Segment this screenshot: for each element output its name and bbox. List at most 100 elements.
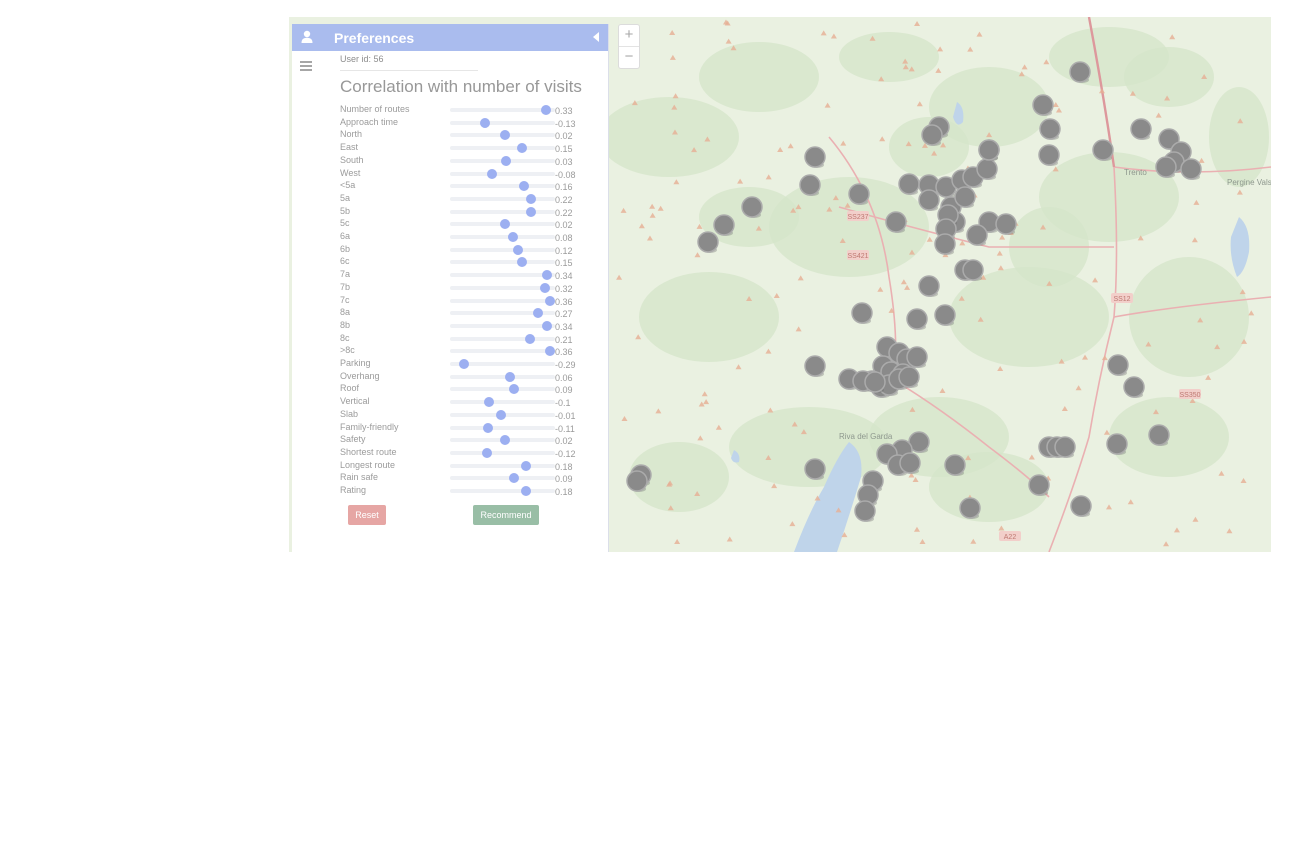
crag-marker-icon: [1130, 118, 1152, 140]
slider-track[interactable]: [450, 219, 555, 230]
slider-handle[interactable]: [480, 117, 491, 128]
crag-marker-icon: [1038, 144, 1060, 166]
slider-handle[interactable]: [509, 473, 520, 484]
slider-handle[interactable]: [517, 257, 528, 268]
recommend-button[interactable]: Recommend: [473, 505, 539, 525]
road-shield-label: SS350: [1179, 392, 1200, 399]
slider-track[interactable]: [450, 460, 555, 471]
slider-handle[interactable]: [484, 397, 495, 408]
slider-handle[interactable]: [513, 244, 524, 255]
slider-track[interactable]: [450, 397, 555, 408]
slider-track[interactable]: [450, 270, 555, 281]
slider-label: Family-friendly: [340, 421, 399, 432]
slider-track[interactable]: [450, 295, 555, 306]
crag-marker-icon: [854, 500, 876, 522]
user-icon: [301, 30, 313, 43]
crag-marker-icon: [804, 355, 826, 377]
slider-handle[interactable]: [532, 308, 543, 319]
slider-track[interactable]: [450, 155, 555, 166]
crag-marker-icon: [1180, 158, 1202, 180]
crag-marker-icon: [1032, 94, 1054, 116]
slider-handle[interactable]: [544, 346, 555, 357]
slider-handle[interactable]: [518, 181, 529, 192]
slider-track[interactable]: [450, 371, 555, 382]
slider-value: 0.36: [555, 296, 573, 307]
slider-handle[interactable]: [459, 359, 470, 369]
slider-track[interactable]: [450, 346, 555, 357]
slider-track[interactable]: [450, 130, 555, 141]
slider-handle[interactable]: [508, 232, 518, 242]
user-id-line: User id: 56: [340, 54, 384, 64]
slider-track[interactable]: [450, 384, 555, 395]
zoom-out-button[interactable]: −: [619, 47, 639, 68]
slider-track[interactable]: [450, 117, 555, 128]
slider-track[interactable]: [450, 409, 555, 420]
slider-handle[interactable]: [487, 168, 497, 179]
slider-value: -0.12: [555, 448, 576, 459]
slider-track[interactable]: [450, 143, 555, 154]
slider-value: 0.18: [555, 461, 573, 472]
slider-label: North: [340, 129, 363, 140]
slider-track[interactable]: [450, 206, 555, 217]
slider-handle[interactable]: [525, 333, 536, 344]
slider-handle[interactable]: [521, 460, 532, 471]
crag-marker-icon: [799, 174, 821, 196]
forest-area: [639, 272, 779, 362]
slider-handle[interactable]: [500, 219, 511, 230]
slider-track[interactable]: [450, 232, 555, 242]
slider-handle[interactable]: [526, 206, 537, 217]
slider-label: Safety: [340, 434, 366, 445]
slider-handle[interactable]: [500, 130, 511, 141]
slider-handle[interactable]: [496, 409, 507, 420]
forest-area: [599, 97, 739, 177]
slider-handle[interactable]: [540, 105, 551, 115]
slider-track[interactable]: [450, 168, 555, 179]
crag-marker-icon: [1106, 433, 1128, 455]
reset-button[interactable]: Reset: [348, 505, 386, 525]
slider-handle[interactable]: [539, 282, 550, 293]
slider-track[interactable]: [450, 244, 555, 255]
slider-track[interactable]: [450, 282, 555, 293]
slider-track[interactable]: [450, 181, 555, 192]
crag-marker-icon: [934, 233, 956, 255]
slider-track[interactable]: [450, 308, 555, 319]
slider-track[interactable]: [450, 257, 555, 268]
slider-row: East 0.15: [340, 142, 600, 155]
slider-handle[interactable]: [509, 384, 520, 395]
crag-marker-icon: [959, 497, 981, 519]
slider-value: 0.15: [555, 144, 573, 155]
slider-handle[interactable]: [544, 295, 555, 306]
slider-handle[interactable]: [542, 270, 553, 281]
slider-track[interactable]: [450, 473, 555, 484]
menu-icon[interactable]: [300, 61, 312, 71]
slider-value: -0.1: [555, 398, 571, 409]
slider-handle[interactable]: [500, 435, 511, 446]
slider-handle[interactable]: [481, 447, 492, 458]
slider-handle[interactable]: [505, 371, 516, 382]
slider-track[interactable]: [450, 333, 555, 344]
slider-track[interactable]: [450, 105, 555, 115]
slider-track[interactable]: [450, 422, 555, 433]
crag-marker-icon: [1069, 61, 1091, 83]
slider-handle[interactable]: [542, 320, 553, 331]
slider-track[interactable]: [450, 359, 555, 369]
slider-row: 5a 0.22: [340, 193, 600, 206]
zoom-in-button[interactable]: +: [619, 25, 639, 47]
slider-handle[interactable]: [517, 143, 528, 154]
slider-track[interactable]: [450, 193, 555, 204]
slider-track[interactable]: [450, 447, 555, 458]
crag-marker-icon: [1054, 436, 1076, 458]
slider-label: Overhang: [340, 370, 380, 381]
crag-marker-icon: [1148, 424, 1170, 446]
crag-marker-icon: [934, 304, 956, 326]
slider-handle[interactable]: [521, 486, 532, 496]
slider-value: 0.27: [555, 309, 573, 320]
slider-track[interactable]: [450, 320, 555, 331]
slider-handle[interactable]: [501, 155, 512, 166]
slider-label: 6a: [340, 231, 351, 241]
collapse-arrow-icon[interactable]: [593, 32, 599, 42]
slider-handle[interactable]: [483, 422, 494, 433]
slider-track[interactable]: [450, 486, 555, 496]
slider-handle[interactable]: [526, 193, 537, 204]
slider-track[interactable]: [450, 435, 555, 446]
